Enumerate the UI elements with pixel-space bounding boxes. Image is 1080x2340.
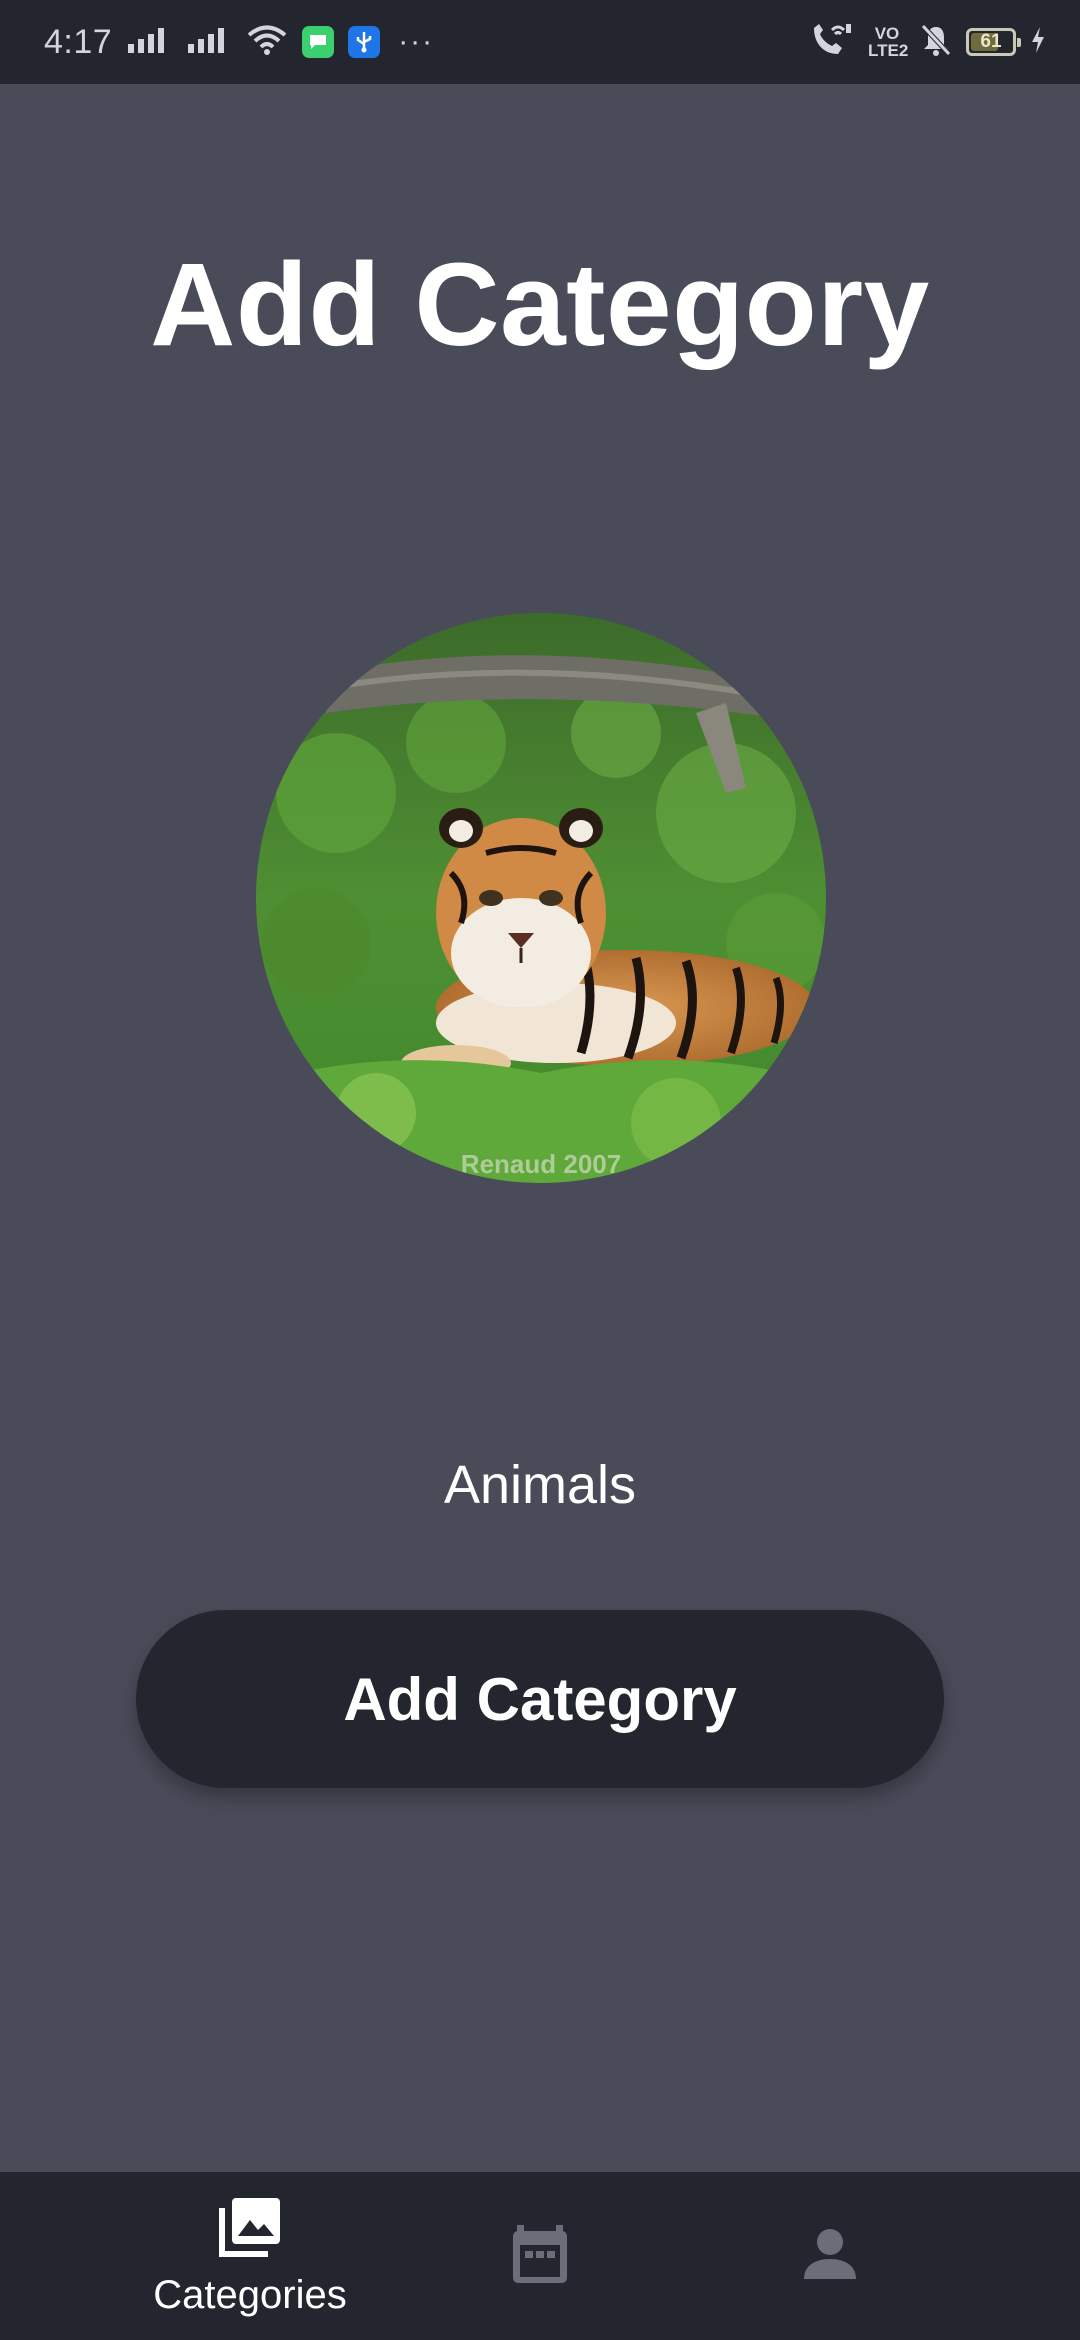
mute-icon [920,23,952,62]
usb-icon [348,26,381,58]
wifi-calling-icon [808,22,854,63]
battery-level: 61 [980,31,1002,52]
nav-item-calendar[interactable] [390,2172,690,2340]
signal-icon-2 [186,26,232,59]
image-watermark: Renaud 2007 [461,1149,621,1179]
status-left: 4:17 ··· [44,0,434,84]
volte-top: VO [874,24,900,43]
signal-icon [126,26,172,59]
nav-item-categories[interactable]: Categories [100,2172,400,2340]
wifi-icon [246,24,288,61]
message-app-icon [302,26,335,58]
category-name[interactable]: Animals [0,1452,1080,1518]
volte-indicator: VO LTE2 [868,24,909,60]
battery-icon: 61 [966,28,1021,56]
status-right: VO LTE2 61 [808,0,1046,84]
calendar-icon [511,2223,569,2290]
page-title: Add Category [150,239,930,371]
charging-icon [1030,26,1046,59]
person-icon [802,2227,858,2286]
volte-bottom: LTE2 [868,41,909,60]
nav-item-profile[interactable] [680,2172,980,2340]
nav-label-categories: Categories [153,2272,347,2317]
bottom-navigation: Categories [0,2172,1080,2340]
photo-library-icon [218,2196,282,2263]
add-category-button[interactable]: Add Category [136,1610,944,1788]
category-image[interactable]: Renaud 2007 [256,613,826,1183]
status-time: 4:17 [44,22,113,61]
tiger-photo: Renaud 2007 [256,613,826,1183]
battery-tip [1017,38,1021,47]
more-notifications-icon: ··· [398,25,435,58]
status-bar: 4:17 ··· VO LTE2 61 [0,0,1080,84]
